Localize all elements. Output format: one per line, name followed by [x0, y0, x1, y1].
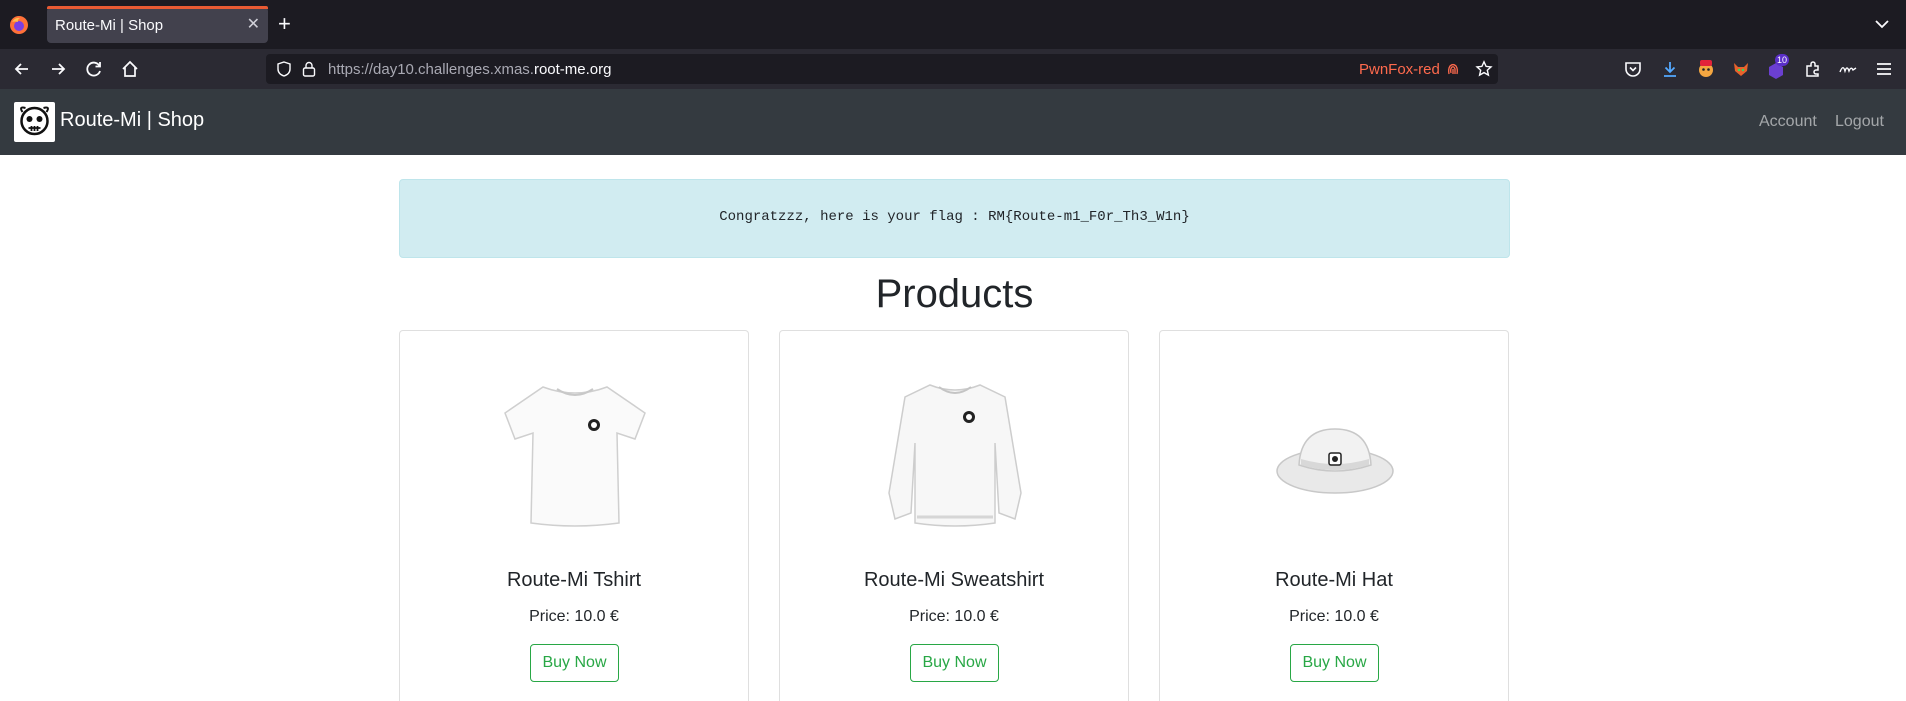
flag-alert: Congratzzz, here is your flag : RM{Route…	[399, 179, 1510, 258]
forward-arrow-icon[interactable]	[47, 58, 69, 80]
fingerprint-icon	[1448, 63, 1458, 75]
product-price: Price: 10.0 €	[529, 608, 619, 625]
buy-now-button[interactable]: Buy Now	[530, 644, 619, 682]
badge-extension[interactable]: 10	[1766, 54, 1790, 81]
product-name: Route-Mi Sweatshirt	[863, 569, 1045, 591]
buy-now-button[interactable]: Buy Now	[910, 644, 999, 682]
reload-icon[interactable]	[83, 58, 105, 80]
extension-badge-count: 10	[1775, 54, 1790, 66]
brand-logo[interactable]	[14, 102, 55, 142]
url-host: root-me.org	[533, 61, 612, 78]
browser-tab-bar: Route-Mi | Shop ✕ +	[0, 0, 1906, 49]
tracking-shield-icon[interactable]	[276, 61, 292, 77]
brand-name[interactable]: Route-Mi | Shop	[60, 109, 204, 132]
new-tab-icon[interactable]: +	[278, 12, 291, 36]
products-heading: Products	[875, 272, 1034, 316]
product-card-sweatshirt: Route-Mi Sweatshirt Price: 10.0 € Buy No…	[779, 330, 1129, 701]
url-bar[interactable]: https://day10.challenges.xmas.root-me.or…	[266, 54, 1498, 84]
tab-title: Route-Mi | Shop	[55, 17, 164, 34]
site-navbar: Route-Mi | Shop Account Logout	[0, 89, 1906, 155]
logout-link[interactable]: Logout	[1835, 113, 1884, 131]
url-text[interactable]: https://day10.challenges.xmas.root-me.or…	[328, 61, 611, 78]
account-link[interactable]: Account	[1759, 113, 1817, 131]
pocket-icon[interactable]	[1623, 59, 1643, 79]
tshirt-image	[504, 386, 646, 527]
firefox-icon[interactable]	[9, 15, 29, 35]
product-name: Route-Mi Hat	[1275, 569, 1393, 591]
buy-now-button[interactable]: Buy Now	[1290, 644, 1379, 682]
download-icon[interactable]	[1660, 59, 1680, 79]
flag-message: Congratzzz, here is your flag : RM{Route…	[719, 209, 1190, 225]
product-card-tshirt: Route-Mi Tshirt Price: 10.0 € Buy Now	[399, 330, 749, 701]
tab-close-icon[interactable]: ✕	[247, 14, 260, 34]
product-card-hat: Route-Mi Hat Price: 10.0 € Buy Now	[1159, 330, 1509, 701]
back-arrow-icon[interactable]	[11, 58, 33, 80]
fox-extension-icon[interactable]	[1731, 59, 1751, 79]
home-icon[interactable]	[119, 58, 141, 80]
sweatshirt-image	[888, 384, 1022, 527]
lock-icon[interactable]	[302, 61, 316, 77]
url-prefix: https://day10.challenges.xmas.	[328, 61, 534, 78]
hat-image	[1276, 428, 1394, 494]
tab-accent-line	[47, 6, 268, 9]
skull-logo-icon	[20, 106, 49, 136]
extension-face-icon[interactable]	[1696, 59, 1716, 79]
product-price: Price: 10.0 €	[909, 608, 999, 625]
extensions-puzzle-icon[interactable]	[1803, 59, 1823, 79]
product-name: Route-Mi Tshirt	[506, 569, 642, 591]
profile-signature-icon[interactable]	[1838, 59, 1858, 79]
container-label: PwnFox-red	[1359, 61, 1440, 78]
browser-nav-bar: https://day10.challenges.xmas.root-me.or…	[0, 49, 1906, 89]
active-tab[interactable]: Route-Mi | Shop ✕	[47, 6, 268, 43]
product-price: Price: 10.0 €	[1289, 608, 1379, 625]
bookmark-star-icon[interactable]	[1475, 60, 1493, 78]
hamburger-menu-icon[interactable]	[1874, 59, 1894, 79]
chevron-down-icon[interactable]	[1872, 14, 1892, 34]
